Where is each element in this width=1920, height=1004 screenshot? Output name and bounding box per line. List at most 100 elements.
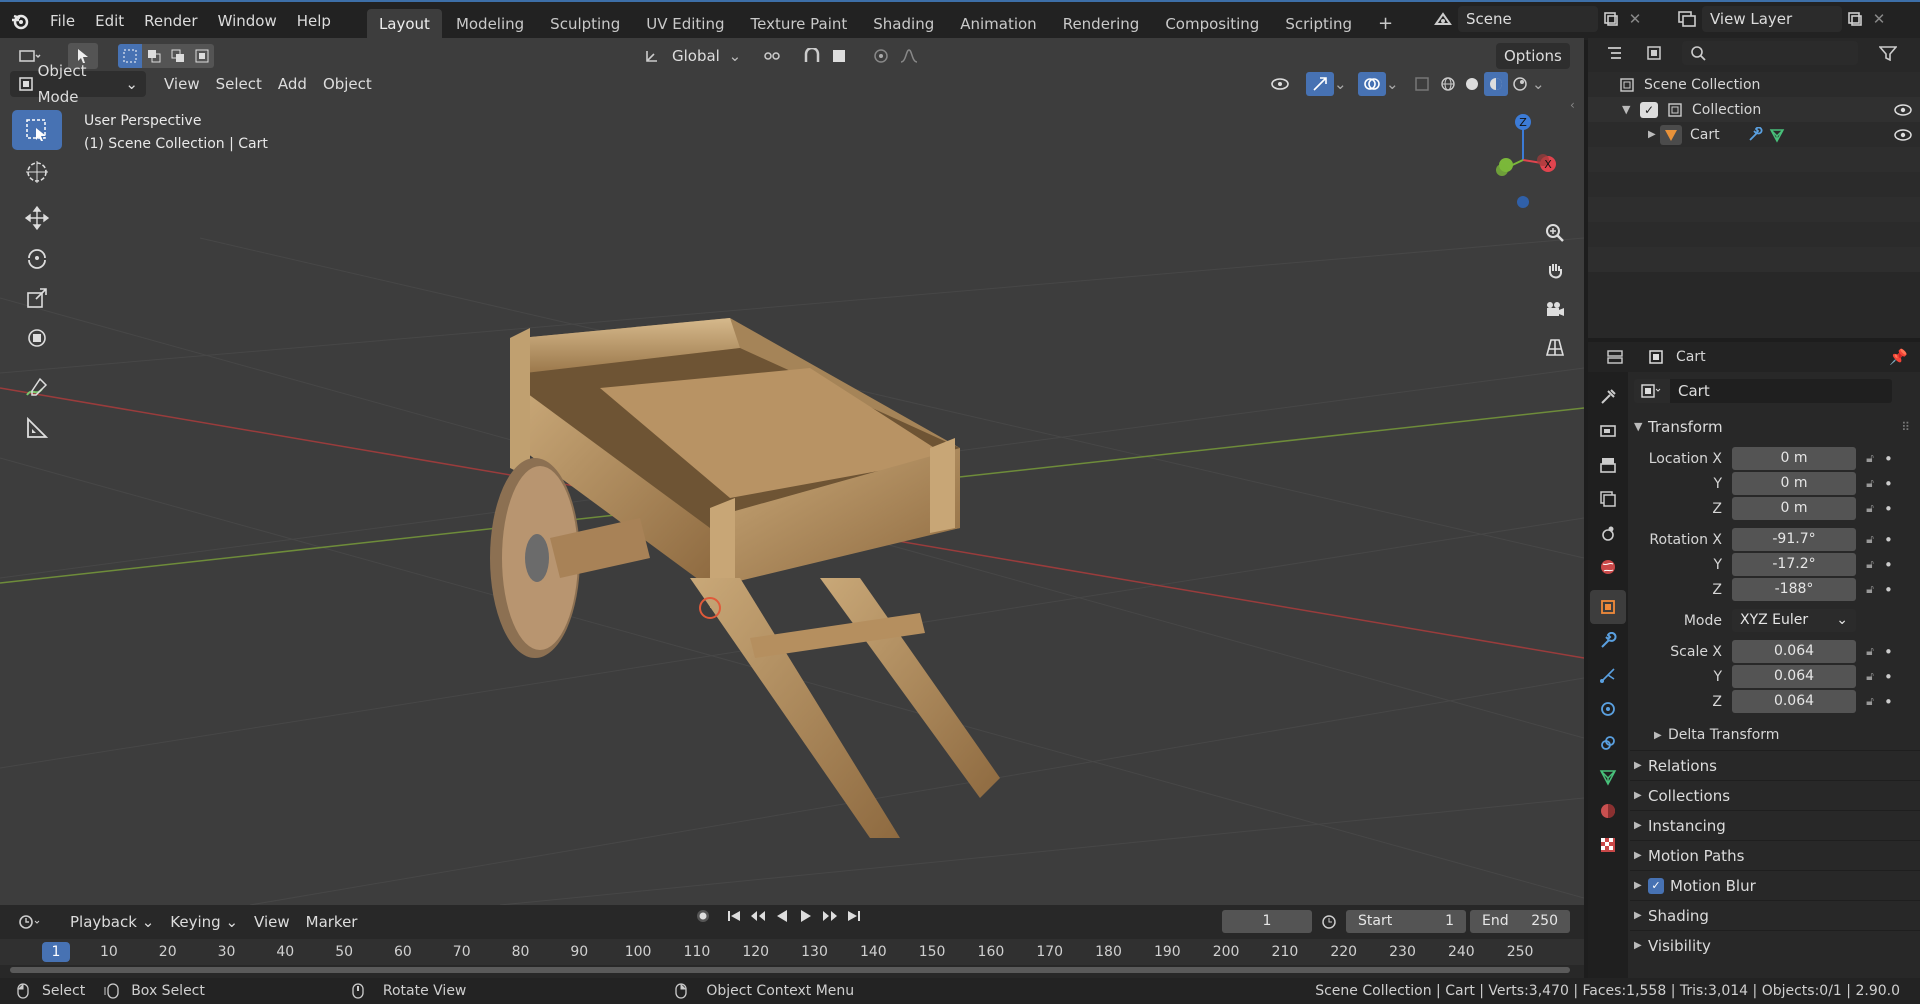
keyframe-dot-icon[interactable]: • <box>1884 643 1893 661</box>
lock-icon[interactable]: 🔓︎ <box>1856 669 1884 684</box>
start-frame-field[interactable]: Start 1 <box>1346 910 1466 933</box>
scene-field[interactable]: Scene <box>1458 6 1598 32</box>
filter-icon[interactable] <box>1868 45 1908 61</box>
orientation-dropdown[interactable]: Global <box>664 43 728 69</box>
end-frame-field[interactable]: End 250 <box>1470 910 1570 933</box>
visibility-panel[interactable]: ▶ Visibility <box>1630 930 1920 960</box>
lock-icon[interactable]: 🔓︎ <box>1856 644 1884 659</box>
scrollbar-thumb[interactable] <box>10 967 1570 973</box>
rendered-shading-icon[interactable] <box>1508 76 1532 92</box>
select-extend-icon[interactable] <box>142 44 166 68</box>
move-tool[interactable] <box>12 198 62 238</box>
proportional-edit-icon[interactable] <box>866 48 896 64</box>
lock-icon[interactable]: 🔓︎ <box>1856 694 1884 709</box>
camera-view-icon[interactable] <box>1538 292 1572 326</box>
instancing-panel[interactable]: ▶ Instancing <box>1630 810 1920 840</box>
shading-panel[interactable]: ▶ Shading <box>1630 900 1920 930</box>
keyframe-dot-icon[interactable]: • <box>1884 581 1893 599</box>
keyframe-dot-icon[interactable]: • <box>1884 556 1893 574</box>
jump-end-icon[interactable] <box>842 909 866 923</box>
wireframe-shading-icon[interactable] <box>1436 76 1460 92</box>
texture-tab-icon[interactable] <box>1590 828 1626 862</box>
close-view-layer-icon[interactable]: ✕ <box>1868 10 1890 28</box>
timeline-view-menu[interactable]: View <box>246 909 298 935</box>
menu-window[interactable]: Window <box>208 3 287 39</box>
transform-panel-header[interactable]: ▼ Transform ⠿ <box>1630 412 1920 442</box>
pan-hand-icon[interactable] <box>1538 254 1572 288</box>
menu-select[interactable]: Select <box>208 71 270 97</box>
output-tab-icon[interactable] <box>1590 448 1626 482</box>
snap-target-icon[interactable] <box>826 49 852 63</box>
overlays-icon[interactable] <box>1358 72 1386 96</box>
prev-keyframe-icon[interactable] <box>746 909 770 923</box>
play-icon[interactable] <box>794 909 818 923</box>
tab-compositing[interactable]: Compositing <box>1153 9 1271 39</box>
lock-icon[interactable]: 🔓︎ <box>1856 451 1884 466</box>
perspective-toggle-icon[interactable] <box>1538 330 1572 364</box>
motion-blur-panel[interactable]: ▶ ✓ Motion Blur <box>1630 870 1920 900</box>
keyframe-dot-icon[interactable]: • <box>1884 668 1893 686</box>
lock-icon[interactable]: 🔓︎ <box>1856 476 1884 491</box>
timeline-scrollbar[interactable] <box>10 967 1570 973</box>
drag-handle-icon[interactable]: ⠿ <box>1901 412 1910 442</box>
keying-menu[interactable]: Keying ⌄ <box>162 909 246 935</box>
navigation-gizmo[interactable]: Z X <box>1468 110 1568 210</box>
lock-icon[interactable]: 🔓︎ <box>1856 501 1884 516</box>
new-view-layer-icon[interactable] <box>1842 11 1868 27</box>
menu-help[interactable]: Help <box>287 3 341 39</box>
object-mode-dropdown[interactable]: Object Mode ⌄ <box>10 62 146 106</box>
lock-icon[interactable]: 🔓︎ <box>1856 532 1884 547</box>
particles-tab-icon[interactable] <box>1590 658 1626 692</box>
record-icon[interactable] <box>690 909 716 923</box>
object-data-tab-icon[interactable] <box>1590 760 1626 794</box>
outliner-row-scene-collection[interactable]: Scene Collection <box>1588 72 1920 97</box>
view-layer-icon[interactable] <box>1672 11 1702 27</box>
motion-blur-checkbox[interactable]: ✓ <box>1648 877 1664 894</box>
view-layer-field[interactable]: View Layer <box>1702 6 1842 32</box>
location-z-field[interactable]: 0 m <box>1732 497 1856 520</box>
3d-viewport[interactable]: Global ⌄ Options Object Mode ⌄ View Sele… <box>0 38 1584 905</box>
select-subtract-icon[interactable] <box>166 44 190 68</box>
keyframe-dot-icon[interactable]: • <box>1884 531 1893 549</box>
playback-menu[interactable]: Playback ⌄ <box>62 909 162 935</box>
cart-eye-icon[interactable] <box>1892 128 1914 141</box>
world-tab-icon[interactable] <box>1590 550 1626 584</box>
checkbox-icon[interactable]: ✓ <box>1640 101 1658 118</box>
modifiers-tab-icon[interactable] <box>1590 624 1626 658</box>
tab-layout[interactable]: Layout <box>366 9 442 39</box>
lock-icon[interactable]: 🔓︎ <box>1856 582 1884 597</box>
constraints-tab-icon[interactable] <box>1590 726 1626 760</box>
timeline-editor-type-icon[interactable] <box>12 914 48 930</box>
keyframe-dot-icon[interactable]: • <box>1884 500 1893 518</box>
annotate-tool[interactable] <box>12 368 62 408</box>
material-shading-icon[interactable] <box>1484 72 1508 96</box>
view-layer-tab-icon[interactable] <box>1590 482 1626 516</box>
falloff-icon[interactable] <box>896 49 922 63</box>
zoom-icon[interactable] <box>1538 216 1572 250</box>
xray-icon[interactable] <box>1408 77 1436 91</box>
menu-view[interactable]: View <box>156 71 208 97</box>
object-browse-icon[interactable] <box>1634 379 1670 403</box>
properties-editor-type-icon[interactable] <box>1600 350 1634 364</box>
current-frame-field[interactable]: 1 <box>1222 910 1312 933</box>
menu-file[interactable]: File <box>40 3 85 39</box>
outliner-row-cart[interactable]: ▶ Cart <box>1588 122 1920 147</box>
scale-tool[interactable] <box>12 278 62 318</box>
scene-icon[interactable] <box>1428 10 1458 28</box>
pivot-icon[interactable] <box>754 48 790 64</box>
new-scene-icon[interactable] <box>1598 11 1624 27</box>
pin-icon[interactable]: 📌 <box>1889 348 1908 366</box>
select-new-icon[interactable] <box>118 44 142 68</box>
measure-tool[interactable] <box>12 408 62 448</box>
motion-paths-panel[interactable]: ▶ Motion Paths <box>1630 840 1920 870</box>
tool-tab-icon[interactable] <box>1590 380 1626 414</box>
visibility-icon[interactable] <box>1262 77 1298 91</box>
select-intersect-icon[interactable] <box>190 44 214 68</box>
options-dropdown[interactable]: Options <box>1496 43 1570 69</box>
object-name-input[interactable]: Cart <box>1670 379 1892 403</box>
menu-add[interactable]: Add <box>270 71 315 97</box>
collection-eye-icon[interactable] <box>1892 103 1914 116</box>
modifier-wrench-icon[interactable] <box>1744 126 1766 143</box>
gizmo-toggle-icon[interactable] <box>1306 72 1334 96</box>
delta-transform-subpanel[interactable]: ▶ Delta Transform <box>1630 720 1920 750</box>
